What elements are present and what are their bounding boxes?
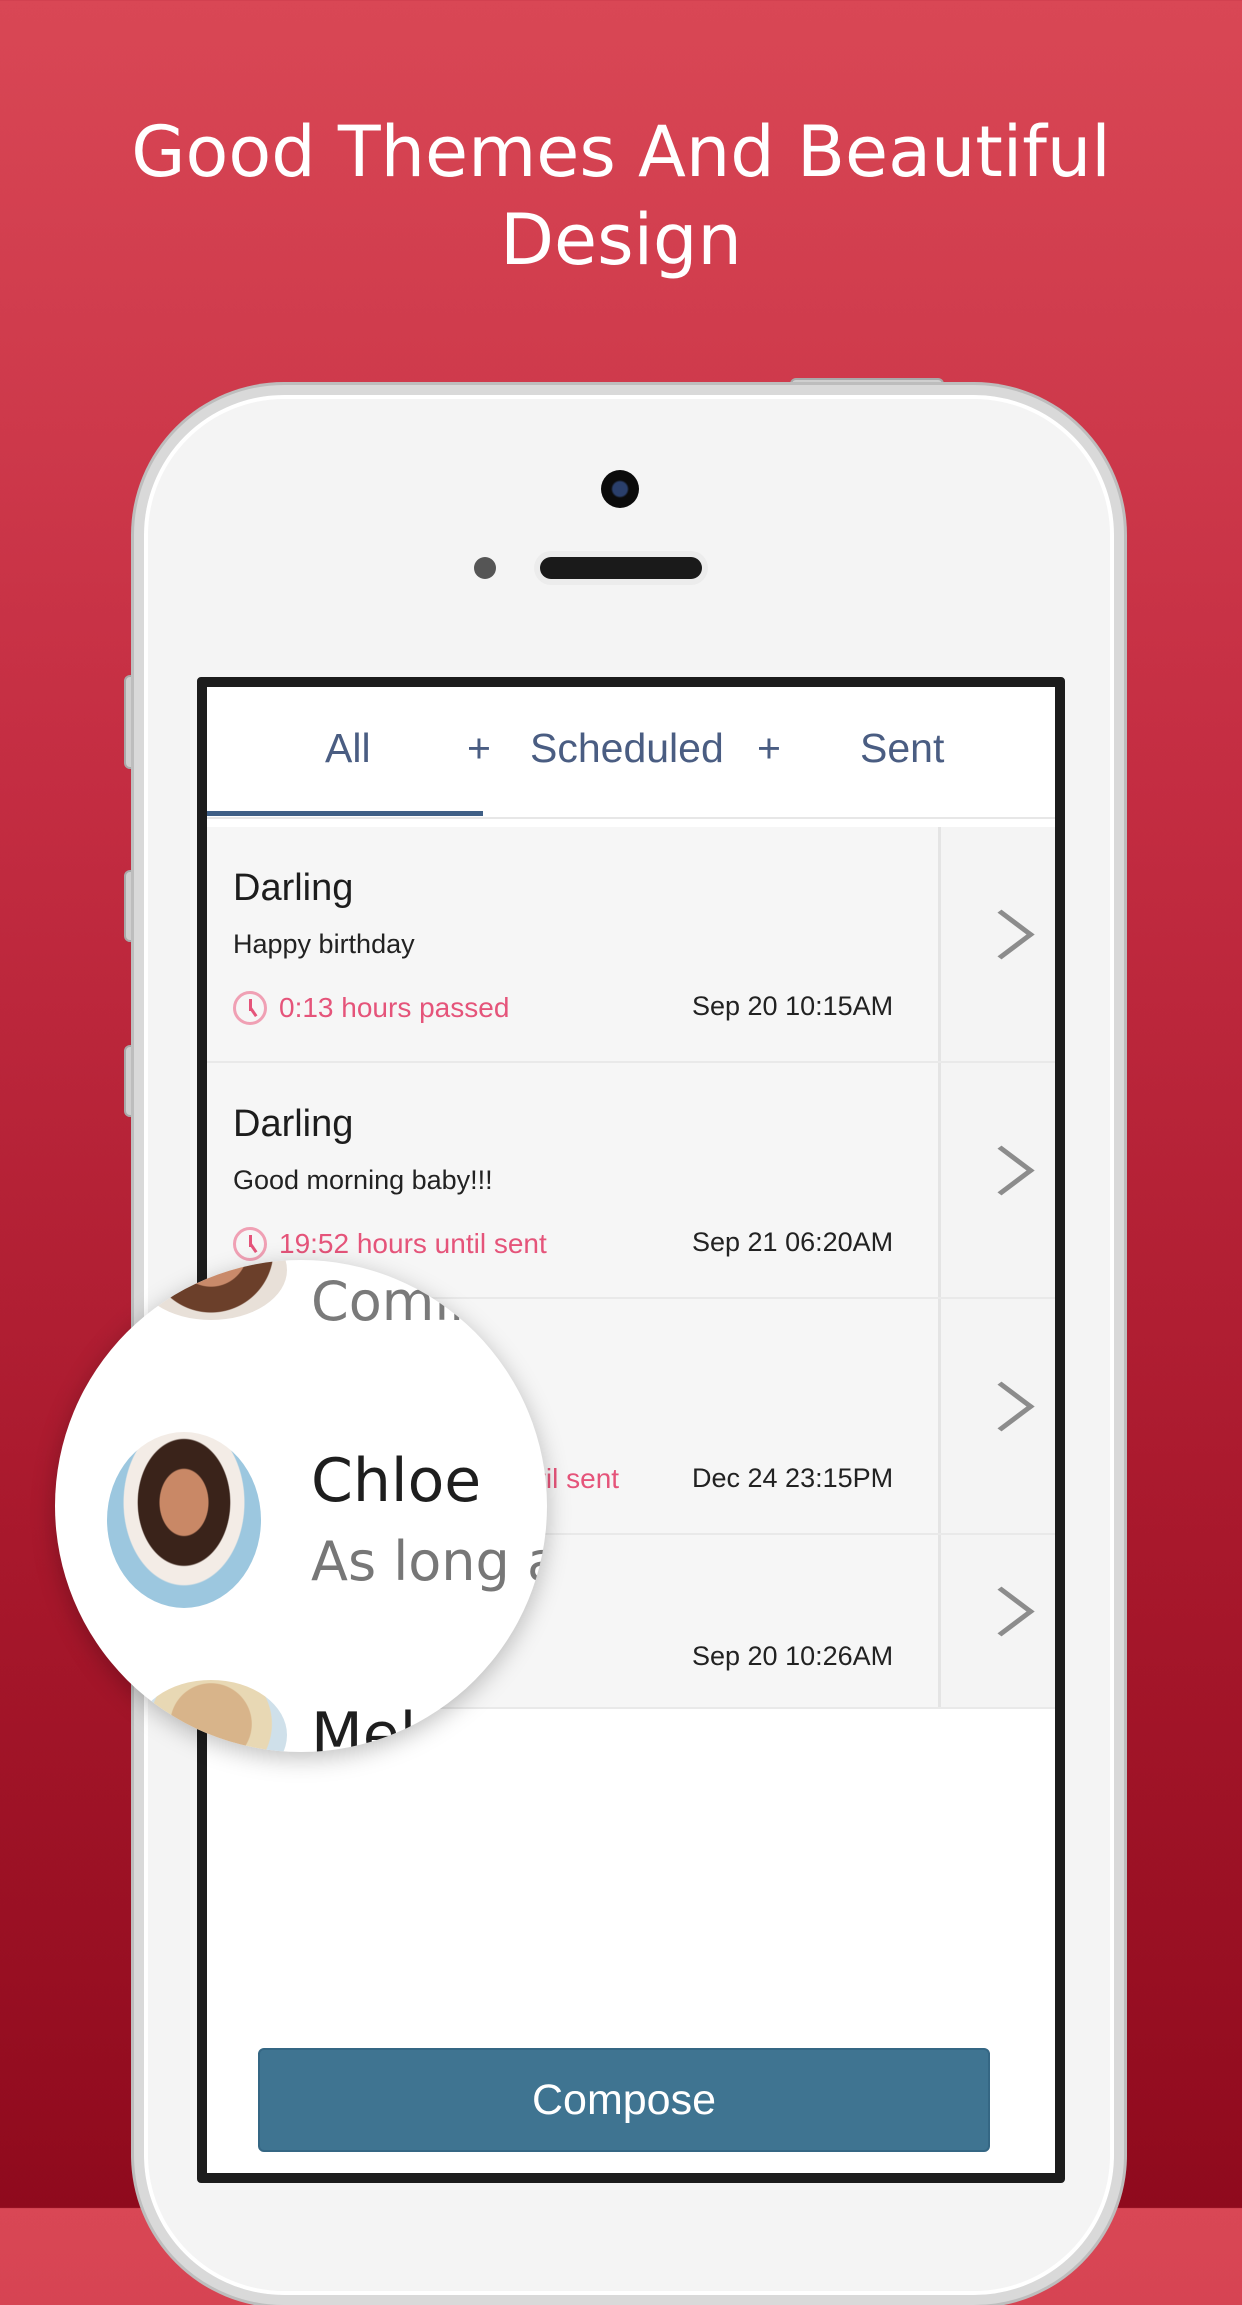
status-text: 19:52 hours until sent [233,1227,547,1261]
clock-icon [233,991,267,1025]
contact-name: Darling [233,1103,354,1145]
magnified-contact-name: Mel [311,1700,417,1752]
front-camera-icon [601,470,639,508]
magnified-contact-name: Chloe [311,1446,482,1516]
avatar [107,1432,261,1608]
avatar [135,1680,287,1752]
add-icon[interactable]: + [467,725,491,772]
avatar [135,1260,287,1320]
message-text: Happy birthday [233,929,415,959]
message-text: Good morning baby!!! [233,1165,493,1195]
tab-bar: All + Scheduled + Sent [207,687,1055,819]
open-message-button[interactable] [938,827,1055,1061]
earpiece-speaker [540,557,702,579]
open-message-button[interactable] [938,1299,1055,1533]
chevron-right-icon [968,1586,1035,1637]
status-label: 19:52 hours until sent [279,1228,547,1259]
proximity-sensor [474,557,496,579]
timestamp: Sep 20 10:26AM [692,1641,894,1671]
headline-line-1: Good Themes And Beautiful [131,111,1111,193]
timestamp: Dec 24 23:15PM [692,1463,894,1493]
timestamp: Sep 21 06:20AM [692,1227,894,1257]
add-icon[interactable]: + [757,725,781,772]
contact-name: Darling [233,867,354,909]
list-item[interactable]: Darling Happy birthday 0:13 hours passed… [207,827,1055,1063]
chevron-right-icon [968,909,1035,960]
magnifier-callout: Comin Chloe As long as Mel [55,1260,547,1752]
clock-icon [233,1227,267,1261]
active-tab-indicator [207,811,483,816]
open-message-button[interactable] [938,1063,1055,1297]
magnified-text: Comin [311,1270,484,1333]
status-text: 0:13 hours passed [233,991,509,1025]
tab-all[interactable]: All [325,725,371,772]
open-message-button[interactable] [938,1535,1055,1707]
status-label: 0:13 hours passed [279,992,510,1023]
headline: Good Themes And Beautiful Design [0,108,1242,284]
tab-scheduled[interactable]: Scheduled [530,725,724,772]
chevron-right-icon [968,1145,1035,1196]
headline-line-2: Design [500,199,742,281]
tab-sent[interactable]: Sent [860,725,944,772]
magnified-message-text: As long as [311,1530,547,1593]
compose-button[interactable]: Compose [258,2048,990,2152]
timestamp: Sep 20 10:15AM [692,991,894,1021]
chevron-right-icon [968,1381,1035,1432]
